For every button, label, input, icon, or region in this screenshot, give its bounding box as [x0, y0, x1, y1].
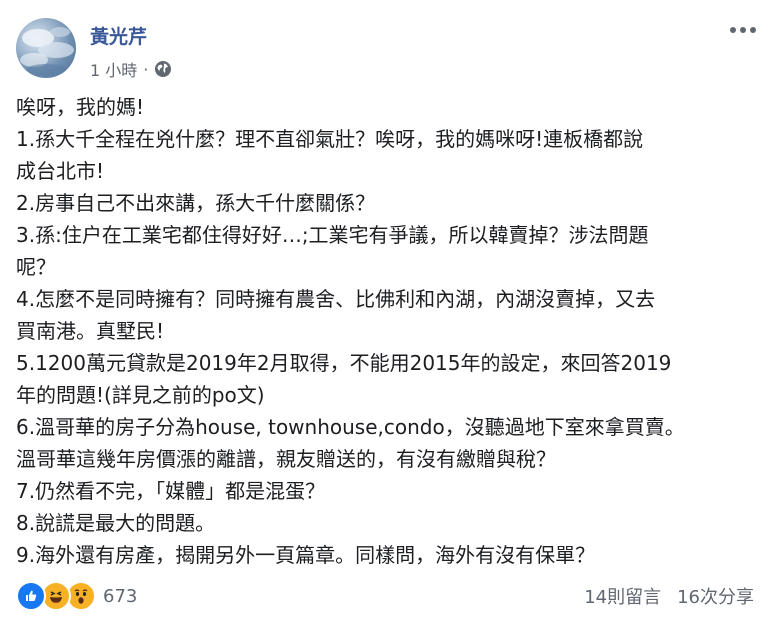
post-meta: 1 小時 · — [90, 57, 172, 81]
post-line: 5.1200萬元貸款是2019年2月取得，不能用2015年的設定，來回答2019 — [16, 351, 672, 375]
shares-count-link[interactable]: 16次分享 — [677, 583, 754, 609]
post-line: 2.房事自己不出來講，孫大千什麼關係？ — [16, 191, 376, 215]
post-line: 呢？ — [16, 255, 56, 279]
post-line: 3.孫:住户在工業宅都住得好好…;工業宅有爭議，所以韓賣掉？涉法問題 — [16, 223, 649, 247]
globe-icon[interactable] — [154, 60, 172, 78]
post-line: 7.仍然看不完，「媒體」都是混蛋？ — [16, 479, 326, 503]
meta-separator: · — [143, 59, 149, 79]
post-line: 1.孫大千全程在兇什麼？理不直卻氣壯？唉呀，我的媽咪呀!連板橋都說 — [16, 127, 644, 151]
post-line: 成台北市! — [16, 159, 105, 183]
like-icon — [16, 581, 46, 611]
reaction-count: 673 — [103, 585, 138, 607]
post-timestamp[interactable]: 1 小時 — [90, 57, 137, 81]
post-line: 唉呀，我的媽! — [16, 95, 145, 119]
post-line: 9.海外還有房產，揭開另外一頁篇章。同樣問，海外有沒有保單？ — [16, 543, 596, 567]
facebook-post: 黃光芹 1 小時 · 唉呀，我的媽! 1.孫大千全程在兇什麼？理不直卻氣壯？唉呀… — [0, 0, 770, 624]
engagement-stats: 14則留言 16次分享 — [584, 583, 754, 609]
post-line: 年的問題!(詳見之前的po文) — [16, 383, 265, 407]
post-footer: 673 14則留言 16次分享 — [16, 578, 754, 614]
reaction-summary[interactable]: 673 — [16, 581, 137, 611]
post-line: 買南港。真墅民! — [16, 319, 165, 343]
post-line: 溫哥華這幾年房價漲的離譜，親友贈送的，有沒有繳贈與稅？ — [16, 447, 556, 471]
author-name[interactable]: 黃光芹 — [90, 22, 147, 49]
post-body: 唉呀，我的媽! 1.孫大千全程在兇什麼？理不直卻氣壯？唉呀，我的媽咪呀!連板橋都… — [16, 91, 758, 571]
post-line: 4.怎麼不是同時擁有？同時擁有農舍、比佛利和內湖，內湖沒賣掉，又去 — [16, 287, 656, 311]
comments-count-link[interactable]: 14則留言 — [584, 583, 661, 609]
post-line: 8.說謊是最大的問題。 — [16, 511, 216, 535]
post-line: 6.溫哥華的房子分為house, townhouse,condo，沒聽過地下室來… — [16, 415, 685, 439]
more-options-icon[interactable] — [730, 22, 756, 38]
avatar[interactable] — [16, 18, 76, 78]
